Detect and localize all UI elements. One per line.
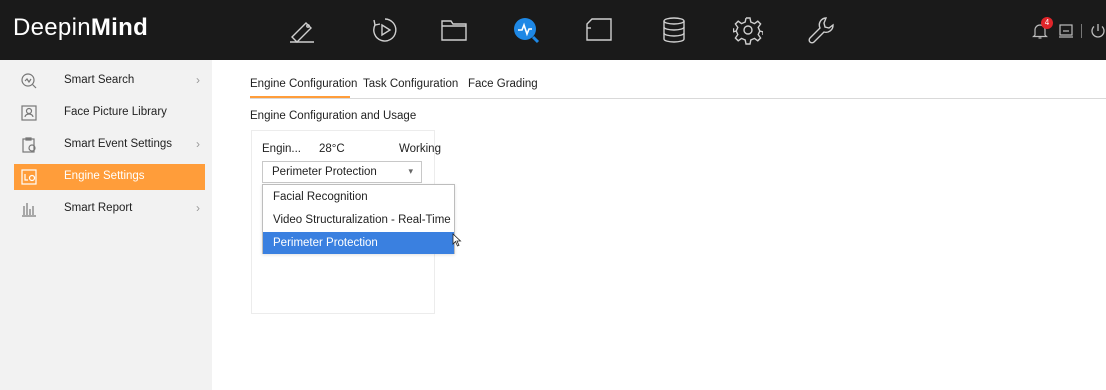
engine-name: Engin... bbox=[262, 143, 301, 155]
engine-temperature: 28°C bbox=[319, 143, 345, 155]
chevron-right-icon: › bbox=[196, 73, 200, 87]
tab-divider bbox=[250, 98, 1106, 99]
maintenance-icon[interactable] bbox=[806, 15, 836, 45]
sidebar-item-face-picture-library[interactable]: Face Picture Library bbox=[14, 100, 205, 126]
tab-engine-configuration[interactable]: Engine Configuration bbox=[250, 78, 357, 90]
engine-function-select[interactable]: Perimeter Protection ▾ bbox=[262, 161, 422, 183]
smart-search-icon bbox=[20, 72, 38, 90]
dropdown-option[interactable]: Video Structuralization - Real-Time bbox=[263, 209, 454, 231]
dropdown-option[interactable]: Facial Recognition bbox=[263, 186, 454, 208]
chevron-right-icon: › bbox=[196, 201, 200, 215]
sidebar-item-label: Engine Settings bbox=[64, 170, 145, 182]
sidebar-item-smart-event-settings[interactable]: Smart Event Settings › bbox=[14, 132, 205, 158]
settings-icon[interactable] bbox=[733, 15, 763, 45]
dropdown-option-selected[interactable]: Perimeter Protection bbox=[263, 232, 454, 254]
sidebar-item-label: Face Picture Library bbox=[64, 106, 167, 118]
tag-icon[interactable] bbox=[584, 15, 614, 45]
event-settings-icon bbox=[20, 136, 38, 154]
section-title: Engine Configuration and Usage bbox=[250, 110, 417, 122]
top-bar: DeepinMind 4 bbox=[0, 0, 1106, 60]
sidebar-item-label: Smart Event Settings bbox=[64, 138, 173, 150]
sidebar-item-engine-settings[interactable]: Engine Settings bbox=[14, 164, 205, 190]
camera-icon[interactable] bbox=[287, 15, 317, 45]
sidebar-item-smart-report[interactable]: Smart Report › bbox=[14, 196, 205, 222]
chevron-right-icon: › bbox=[196, 137, 200, 151]
mouse-cursor-icon bbox=[452, 233, 462, 247]
lock-icon[interactable] bbox=[1057, 22, 1075, 40]
engine-function-dropdown: Facial Recognition Video Structuralizati… bbox=[262, 184, 455, 254]
sidebar: Smart Search › Face Picture Library Smar… bbox=[0, 60, 212, 390]
sidebar-item-smart-search[interactable]: Smart Search › bbox=[14, 68, 205, 94]
tab-task-configuration[interactable]: Task Configuration bbox=[363, 78, 458, 90]
engine-settings-icon bbox=[20, 168, 38, 186]
report-icon bbox=[20, 200, 38, 218]
chevron-down-icon: ▾ bbox=[408, 166, 413, 176]
sidebar-item-label: Smart Search bbox=[64, 74, 135, 86]
tab-face-grading[interactable]: Face Grading bbox=[468, 78, 538, 90]
face-library-icon bbox=[20, 104, 38, 122]
storage-icon[interactable] bbox=[659, 15, 689, 45]
engine-status: Working bbox=[399, 143, 441, 155]
notification-badge: 4 bbox=[1041, 17, 1053, 29]
folder-icon[interactable] bbox=[439, 15, 469, 45]
power-icon[interactable] bbox=[1089, 22, 1106, 40]
smart-analysis-icon[interactable] bbox=[511, 15, 541, 45]
playback-icon[interactable] bbox=[370, 15, 400, 45]
app-logo: DeepinMind bbox=[13, 14, 149, 41]
select-value: Perimeter Protection bbox=[272, 166, 377, 178]
toolbar-divider bbox=[1081, 24, 1082, 38]
sidebar-item-label: Smart Report bbox=[64, 202, 133, 214]
